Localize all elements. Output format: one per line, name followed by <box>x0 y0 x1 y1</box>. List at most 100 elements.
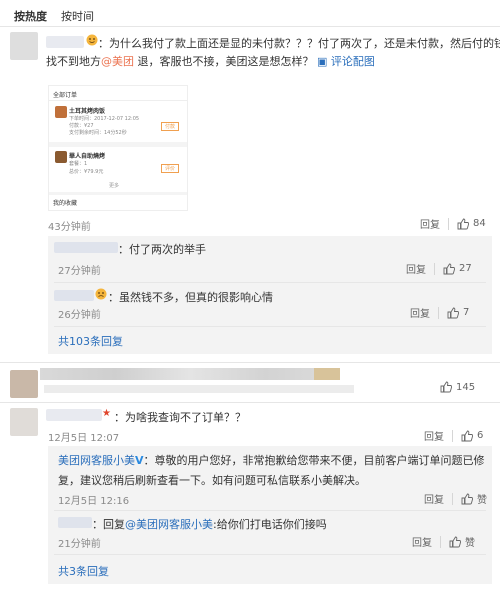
comment-actions: 回复 84 <box>420 216 486 231</box>
reply-button[interactable]: 回复 <box>424 428 444 443</box>
mention-link[interactable]: @美团 <box>101 55 134 68</box>
like-count: 7 <box>463 307 470 318</box>
comment-time: 43分钟前 <box>48 222 91 233</box>
reply-button[interactable]: 回复 <box>406 261 426 276</box>
verified-icon: V <box>135 454 144 467</box>
comment-text-line2: 找不到地方@美团 退，客服也不接，美团这是想怎样？ ▣ 评论配图 <box>46 53 486 69</box>
thumb-food-icon <box>55 151 67 163</box>
reply-divider <box>54 554 486 555</box>
badge-icon: ★ <box>102 408 111 419</box>
thumb-review-button: 评价 <box>161 164 180 173</box>
sort-tabs: 按热度 按时间 <box>14 8 94 24</box>
comment-text-part: 找不到地方 <box>46 55 101 68</box>
thumbs-up-icon <box>440 381 452 393</box>
official-reply-line1: 美团网客服小美V：尊敬的用户您好，非常抱歉给您带来不便，目前客户端订单问题已修 <box>58 452 488 468</box>
avatar[interactable] <box>10 370 38 398</box>
reply-button[interactable]: 回复 <box>420 216 440 231</box>
like-count: 145 <box>456 381 476 393</box>
reply-time: 26分钟前 <box>58 310 101 321</box>
reply-text: ：付了两次的举手 <box>118 243 206 256</box>
comment-image[interactable]: 全部订单 土耳其烤肉饭 下单时间：2017-12-07 12:05 付款：¥27… <box>48 85 188 211</box>
thumb-footer: 我的收藏 <box>53 200 78 207</box>
comment-actions: 145 <box>440 381 475 393</box>
thumb-order2-line1: 套餐：1 <box>69 161 88 167</box>
thumb-gap <box>49 192 187 195</box>
thumb-order1-title: 土耳其烤肉饭 <box>69 108 106 115</box>
thumbs-up-icon <box>461 430 473 441</box>
thumb-header: 全部订单 <box>53 92 78 99</box>
username-blurred[interactable] <box>54 290 94 301</box>
blurred-comment-text <box>40 368 340 380</box>
thumb-order1-line2: 付款：¥27 <box>69 123 94 129</box>
reply-button[interactable]: 回复 <box>424 491 444 506</box>
reply-body: :给你们打电话你们接吗 <box>213 518 327 531</box>
reply-actions: 回复 赞 <box>412 534 475 549</box>
reply-time: 12月5日 12:16 <box>58 496 130 507</box>
separator <box>448 217 449 230</box>
like-button[interactable]: 7 <box>447 307 469 319</box>
comment-divider <box>0 402 500 403</box>
like-label: 赞 <box>477 495 487 506</box>
reply-button[interactable]: 回复 <box>412 534 432 549</box>
avatar[interactable] <box>10 32 38 60</box>
thumb-order1-line3: 支付剩余时间：14分52秒 <box>69 130 127 136</box>
like-button[interactable]: 27 <box>443 263 472 275</box>
thumbs-up-icon <box>449 536 461 547</box>
username-blurred[interactable] <box>54 242 118 253</box>
username-blurred[interactable] <box>46 409 102 421</box>
username-blurred[interactable] <box>46 36 84 48</box>
comment-text: ：为啥我查询不了订单？？ <box>114 411 246 424</box>
tab-by-time[interactable]: 按时间 <box>61 8 94 24</box>
comment-actions: 回复 6 <box>424 428 483 443</box>
reply-prefix: ：回复 <box>92 518 125 531</box>
like-button[interactable]: 赞 <box>461 491 487 506</box>
reply-actions: 回复 7 <box>410 305 469 320</box>
username-blurred[interactable] <box>58 517 92 528</box>
view-image-link[interactable]: 评论配图 <box>331 55 375 68</box>
emoji-icon <box>95 288 107 300</box>
thumb-more: 更多 <box>109 183 120 189</box>
like-count: 27 <box>459 263 472 274</box>
comment-text-part: 退，客服也不接，美团这是想怎样？ <box>134 55 317 68</box>
reply-actions: 回复 赞 <box>424 491 487 506</box>
thumb-food-icon <box>55 106 67 118</box>
reply-divider <box>54 510 486 511</box>
thumbs-up-icon <box>457 218 469 229</box>
tab-by-hot[interactable]: 按热度 <box>14 8 47 24</box>
blurred-comment-text <box>44 385 354 393</box>
image-icon[interactable]: ▣ <box>317 55 331 68</box>
thumb-pay-button: 付款 <box>161 122 180 131</box>
reply-divider <box>54 282 486 283</box>
official-reply-line2: 复，建议您稍后刷新查看一下。如有问题可私信联系小美解决。 <box>58 474 366 487</box>
thumbs-up-icon <box>447 307 459 318</box>
thumb-gap <box>49 142 187 147</box>
official-reply-text: ：尊敬的用户您好，非常抱歉给您带来不便，目前客户端订单问题已修 <box>143 454 485 467</box>
more-replies-link[interactable]: 共103条回复 <box>58 333 123 349</box>
thumbs-up-icon <box>461 493 473 504</box>
separator <box>438 306 439 319</box>
reply-divider <box>54 326 486 327</box>
sub-reply-text: ：回复@美团网客服小美:给你们打电话你们接吗 <box>92 516 327 532</box>
like-button[interactable]: 84 <box>457 218 486 230</box>
thumb-order2-line2: 总价：¥79.9元 <box>69 169 104 175</box>
thumb-order1-line1: 下单时间：2017-12-07 12:05 <box>69 116 140 122</box>
more-replies-link[interactable]: 共3条回复 <box>58 563 109 579</box>
official-name-link[interactable]: 美团网客服小美 <box>58 454 135 467</box>
like-button[interactable]: 145 <box>440 381 475 393</box>
separator <box>452 429 453 442</box>
separator <box>452 492 453 505</box>
thumb-divider <box>49 100 187 101</box>
mention-link[interactable]: @美团网客服小美 <box>125 518 213 531</box>
thumb-order2-title: 華人自助燒烤 <box>69 153 106 160</box>
separator <box>434 262 435 275</box>
like-button[interactable]: 赞 <box>449 534 475 549</box>
reply-time: 21分钟前 <box>58 539 101 550</box>
comment-time: 12月5日 12:07 <box>48 433 120 444</box>
reply-button[interactable]: 回复 <box>410 305 430 320</box>
reply-time: 27分钟前 <box>58 266 101 277</box>
thumbs-up-icon <box>443 263 455 274</box>
like-button[interactable]: 6 <box>461 430 483 442</box>
comment-divider <box>0 362 500 363</box>
emoji-icon <box>86 34 98 46</box>
avatar[interactable] <box>10 408 38 436</box>
